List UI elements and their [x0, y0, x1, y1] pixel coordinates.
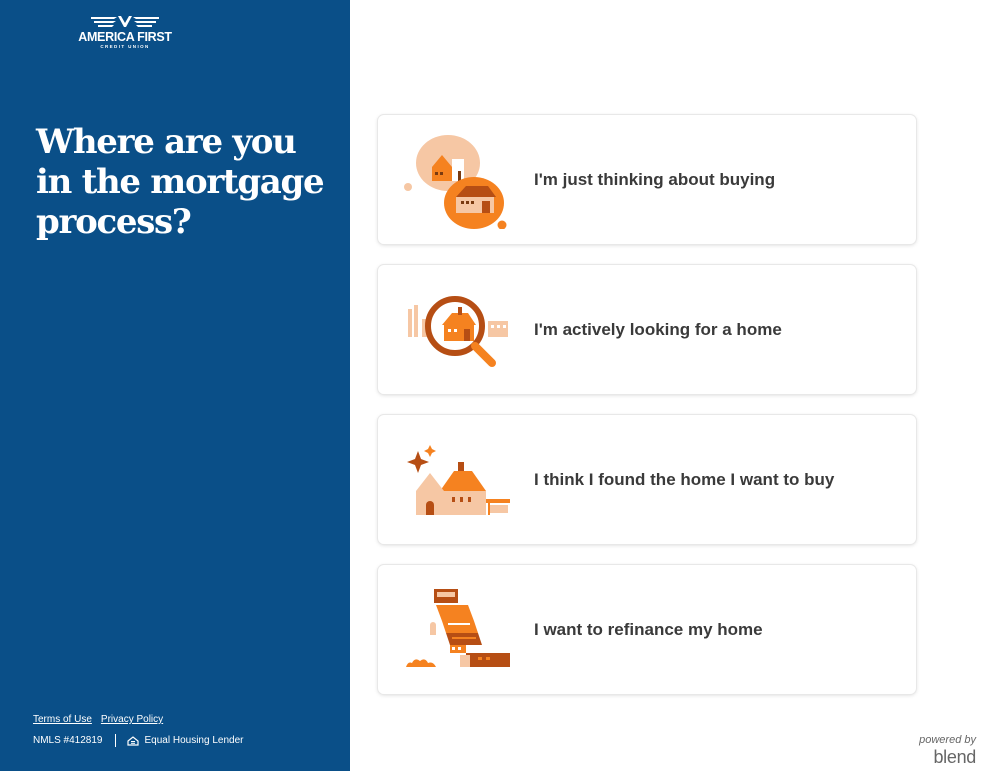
brand-name: AMERICA FIRST	[78, 30, 172, 44]
option-label: I'm just thinking about buying	[534, 169, 776, 189]
option-label: I'm actively looking for a home	[534, 319, 782, 339]
equal-housing-icon	[126, 735, 139, 746]
powered-by-text: powered by	[919, 734, 976, 746]
page-title: Where are you in the mortgage process?	[36, 122, 325, 242]
option-label: I want to refinance my home	[534, 619, 763, 639]
option-label: I think I found the home I want to buy	[534, 469, 835, 489]
america-first-logo: AMERICA FIRST CREDIT UNION	[75, 14, 175, 54]
thinking-house-icon	[404, 135, 507, 229]
sidebar: AMERICA FIRST CREDIT UNION Where are you…	[0, 0, 350, 771]
magnifier-house-icon	[408, 296, 508, 367]
refinance-icon	[406, 589, 510, 667]
privacy-policy-link[interactable]: Privacy Policy	[101, 714, 163, 725]
option-found-home[interactable]: I think I found the home I want to buy	[378, 415, 916, 544]
option-actively-looking[interactable]: I'm actively looking for a home	[378, 265, 916, 394]
footer-links: Terms of Use Privacy Policy	[33, 714, 163, 725]
equal-housing-lender: Equal Housing Lender	[144, 735, 244, 746]
brand-subtitle: CREDIT UNION	[100, 44, 150, 49]
option-thinking-about-buying[interactable]: I'm just thinking about buying	[378, 115, 916, 244]
nmls-number: NMLS #412819	[33, 735, 103, 746]
sparkle-house-icon	[407, 445, 510, 515]
eagle-wings-icon	[91, 16, 159, 27]
footer-divider	[114, 734, 116, 747]
blend-logo: blend	[933, 747, 976, 767]
powered-by-blend: powered by blend	[900, 734, 976, 767]
option-refinance[interactable]: I want to refinance my home	[378, 565, 916, 694]
terms-of-use-link[interactable]: Terms of Use	[33, 714, 92, 725]
footer-info: NMLS #412819 Equal Housing Lender	[33, 734, 243, 747]
